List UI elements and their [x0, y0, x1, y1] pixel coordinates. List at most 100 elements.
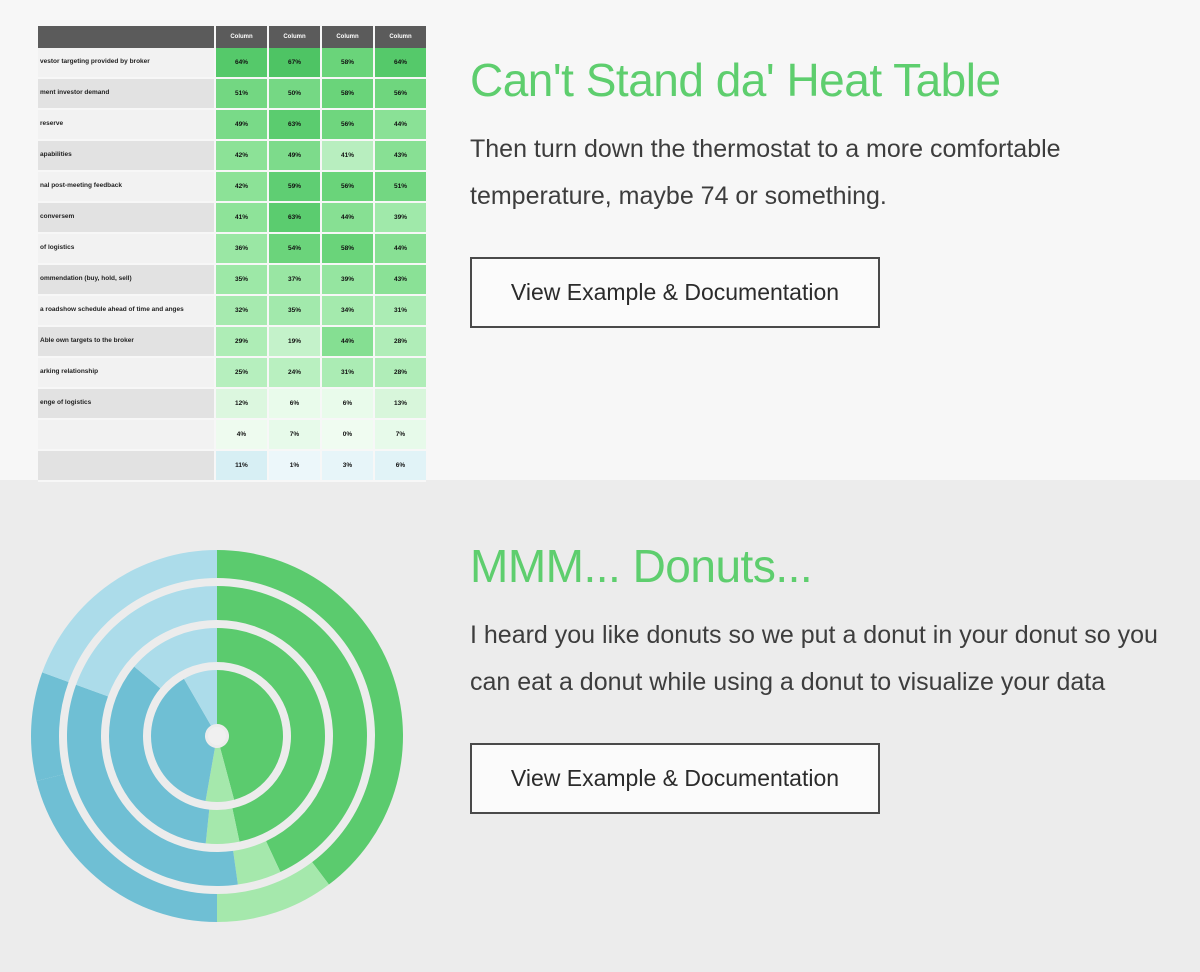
heat-table-cell[interactable]: 4%	[215, 419, 269, 451]
heat-table-row-label: of logistics	[38, 233, 216, 265]
heat-table-cell[interactable]: 35%	[268, 295, 322, 327]
heat-table-cell[interactable]: 44%	[374, 233, 426, 265]
donut-chart-visual	[0, 480, 470, 945]
heat-table-cell[interactable]: 0%	[321, 419, 375, 451]
section-title: MMM... Donuts...	[470, 540, 813, 592]
heat-table-cell[interactable]: 64%	[215, 48, 269, 79]
heat-table-row-label: ommendation (buy, hold, sell)	[38, 264, 216, 296]
table-row: 11% 1% 3% 6%	[38, 450, 426, 482]
heat-table-section: Column Column Column Column vestor targe…	[0, 0, 1200, 482]
heat-table-row-label: apabilities	[38, 140, 216, 172]
table-row: conversem 41% 63% 44% 39%	[38, 202, 426, 234]
heat-table-cell[interactable]: 43%	[374, 140, 426, 172]
heat-table-cell[interactable]: 49%	[215, 109, 269, 141]
heat-table-cell[interactable]: 44%	[321, 202, 375, 234]
heat-table-cell[interactable]: 56%	[321, 109, 375, 141]
table-row: nal post-meeting feedback 42% 59% 56% 51%	[38, 171, 426, 203]
heat-table-cell[interactable]: 54%	[268, 233, 322, 265]
heat-table-cell[interactable]: 6%	[268, 388, 322, 420]
nested-donut-chart[interactable]	[22, 540, 432, 940]
heat-table-cell[interactable]: 31%	[374, 295, 426, 327]
heat-table-body: vestor targeting provided by broker 64% 67…	[38, 48, 426, 482]
donut-chart-section: MMM... Donuts... I heard you like donuts…	[0, 480, 1200, 972]
heat-table-cell[interactable]: 50%	[268, 78, 322, 110]
heat-table-cell[interactable]: 39%	[321, 264, 375, 296]
heat-table-cell[interactable]: 37%	[268, 264, 322, 296]
table-row: of logistics 36% 54% 58% 44%	[38, 233, 426, 265]
heat-table-cell[interactable]: 51%	[374, 171, 426, 203]
heat-table-cell[interactable]: 6%	[374, 450, 426, 482]
heat-table-cell[interactable]: 31%	[321, 357, 375, 389]
heat-table-head: Column Column Column Column	[38, 26, 426, 48]
heat-table-cell[interactable]: 29%	[215, 326, 269, 358]
heat-table-cell[interactable]: 49%	[268, 140, 322, 172]
heat-table-cell[interactable]: 19%	[268, 326, 322, 358]
heat-table-column-header[interactable]: Column	[215, 26, 269, 48]
heat-table-cell[interactable]: 11%	[215, 450, 269, 482]
heat-table-cell[interactable]: 12%	[215, 388, 269, 420]
heat-table-cell[interactable]: 6%	[321, 388, 375, 420]
heat-table-cell[interactable]: 67%	[268, 48, 322, 79]
donut-chart-wrapper	[22, 540, 432, 945]
heat-table-header-row: Column Column Column Column	[38, 26, 426, 48]
heat-table-cell[interactable]: 44%	[321, 326, 375, 358]
heat-table-column-header[interactable]: Column	[321, 26, 375, 48]
heat-table-cell[interactable]: 58%	[321, 78, 375, 110]
heat-table-cell[interactable]: 32%	[215, 295, 269, 327]
heat-table-row-label: vestor targeting provided by broker	[38, 48, 216, 79]
heat-table-cell[interactable]: 41%	[215, 202, 269, 234]
heat-table-visual: Column Column Column Column vestor targe…	[0, 20, 470, 482]
heat-table-cell[interactable]: 28%	[374, 326, 426, 358]
heat-table-cell[interactable]: 36%	[215, 233, 269, 265]
heat-table-cell[interactable]: 58%	[321, 233, 375, 265]
donut-slice[interactable]	[31, 672, 69, 781]
table-row: enge of logistics 12% 6% 6% 13%	[38, 388, 426, 420]
table-row: reserve 49% 63% 56% 44%	[38, 109, 426, 141]
heat-table-cell[interactable]: 7%	[268, 419, 322, 451]
heat-table-cell[interactable]: 7%	[374, 419, 426, 451]
table-row: ommendation (buy, hold, sell) 35% 37% 39% 43…	[38, 264, 426, 296]
donut-chart-description: I heard you like donuts so we put a donu…	[470, 621, 1158, 696]
heat-table-column-header[interactable]: Column	[268, 26, 322, 48]
table-row: vestor targeting provided by broker 64% 67…	[38, 48, 426, 79]
heat-table-row-label: nal post-meeting feedback	[38, 171, 216, 203]
heat-table-cell[interactable]: 64%	[374, 48, 426, 79]
heat-table-wrapper: Column Column Column Column vestor targe…	[38, 26, 426, 482]
heat-table-cell[interactable]: 59%	[268, 171, 322, 203]
heat-table-row-label: a roadshow schedule ahead of time and an…	[38, 295, 216, 327]
table-row: 4% 7% 0% 7%	[38, 419, 426, 451]
heat-table-cell[interactable]: 63%	[268, 109, 322, 141]
heat-table-row-label: ment investor demand	[38, 78, 216, 110]
heat-table-cell[interactable]: 58%	[321, 48, 375, 79]
heat-table-row-label: Able own targets to the broker	[38, 326, 216, 358]
table-row: Able own targets to the broker 29% 19% 44% 2…	[38, 326, 426, 358]
heat-table-row-label: enge of logistics	[38, 388, 216, 420]
heat-table-cell[interactable]: 39%	[374, 202, 426, 234]
heat-table-cell[interactable]: 51%	[215, 78, 269, 110]
heat-table-cell[interactable]: 42%	[215, 140, 269, 172]
heat-table-description: Then turn down the thermostat to a more …	[470, 135, 1061, 210]
heat-table-cell[interactable]: 44%	[374, 109, 426, 141]
heat-table-row-label	[38, 450, 216, 482]
heat-table-cell[interactable]: 13%	[374, 388, 426, 420]
heat-table-corner-cell	[38, 26, 216, 48]
heat-table-cell[interactable]: 56%	[321, 171, 375, 203]
heat-table-cell[interactable]: 3%	[321, 450, 375, 482]
heat-table-cell[interactable]: 25%	[215, 357, 269, 389]
heat-table-cell[interactable]: 43%	[374, 264, 426, 296]
heat-table-cell[interactable]: 41%	[321, 140, 375, 172]
view-example-documentation-button[interactable]: View Example & Documentation	[470, 742, 880, 814]
heat-table-cell[interactable]: 42%	[215, 171, 269, 203]
heat-table-cell[interactable]: 1%	[268, 450, 322, 482]
table-row: arking relationship 25% 24% 31% 28%	[38, 357, 426, 389]
heat-table-row-label: reserve	[38, 109, 216, 141]
heat-table-cell[interactable]: 34%	[321, 295, 375, 327]
heat-table-cell[interactable]: 24%	[268, 357, 322, 389]
heat-table-cell[interactable]: 56%	[374, 78, 426, 110]
view-example-documentation-button[interactable]: View Example & Documentation	[470, 256, 880, 328]
heat-table-column-header[interactable]: Column	[374, 26, 426, 48]
heat-table-cell[interactable]: 28%	[374, 357, 426, 389]
page-title: Can't Stand da' Heat Table	[470, 54, 1001, 106]
heat-table-cell[interactable]: 35%	[215, 264, 269, 296]
heat-table-cell[interactable]: 63%	[268, 202, 322, 234]
